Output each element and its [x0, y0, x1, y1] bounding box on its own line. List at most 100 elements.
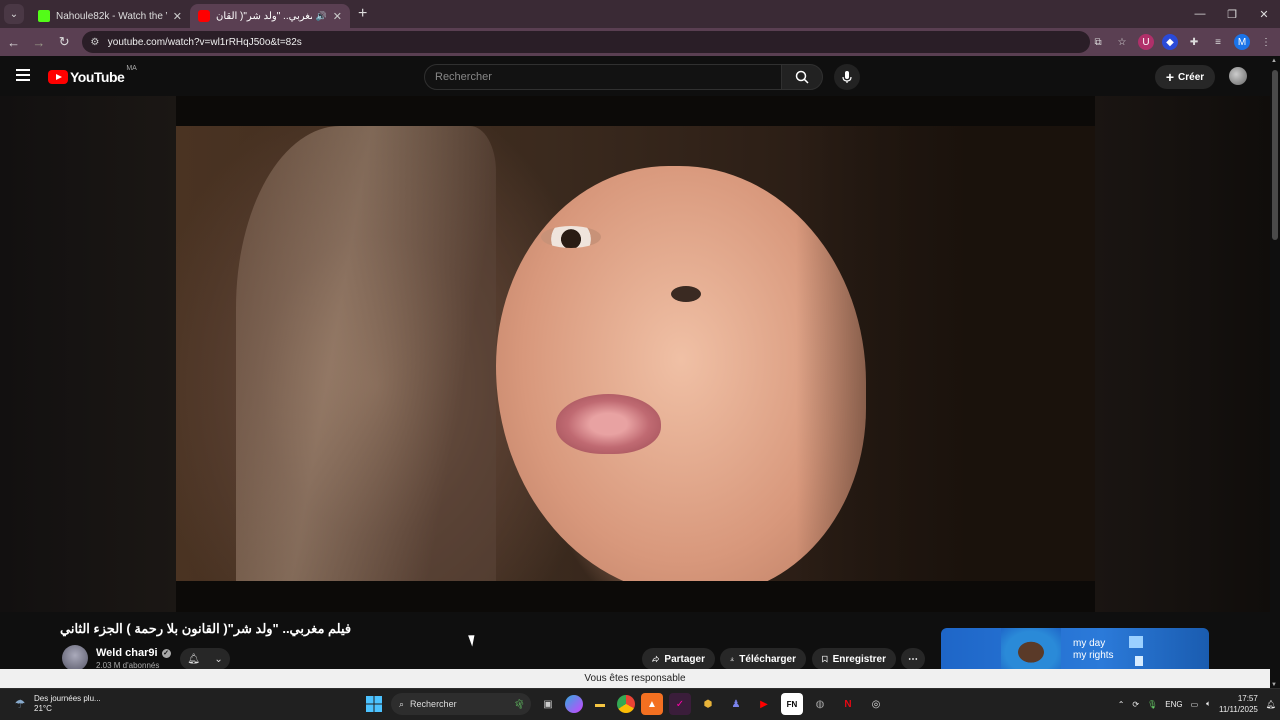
ad-image	[1001, 628, 1061, 672]
shield-extension-icon[interactable]: ◆	[1162, 34, 1179, 50]
page-scrollbar[interactable]: ▲ ▼	[1270, 56, 1280, 690]
channel-name[interactable]: Weld char9i	[96, 647, 158, 659]
plus-icon: +	[1165, 69, 1175, 85]
create-label: Créer	[1178, 71, 1205, 83]
task-view-icon[interactable]: ▣	[537, 693, 559, 715]
chevron-up-icon[interactable]: ⌃	[1118, 700, 1125, 709]
windows-taskbar: ☂ Des journées plu... 21°C ⌕ Rechercher …	[0, 688, 1280, 720]
country-code: MA	[126, 65, 137, 72]
youtube-logo[interactable]: YouTube MA	[48, 65, 137, 85]
notification-icon[interactable]: 🔔︎	[1266, 700, 1276, 709]
app-purple-icon[interactable]: ✓	[669, 693, 691, 715]
browser-tab-bar: ⌄ Nahoule82k - Watch the VOD o ✕ فيلم مغ…	[0, 0, 1280, 28]
tab-kick[interactable]: Nahoule82k - Watch the VOD o ✕	[30, 4, 190, 28]
app-gray-icon[interactable]: ◍	[809, 693, 831, 715]
video-player[interactable]	[176, 126, 1095, 581]
forward-icon[interactable]: →	[27, 30, 50, 54]
scroll-up-icon[interactable]: ▲	[1271, 58, 1277, 64]
tab-title: Nahoule82k - Watch the VOD o	[56, 10, 167, 22]
display-icon[interactable]: ▭	[1191, 700, 1199, 709]
search-icon: ⌕	[399, 698, 405, 709]
search-highlight-icon: 🌴︎	[513, 698, 525, 709]
app-shield-icon[interactable]: ⬢	[697, 693, 719, 715]
video-frame-hair	[236, 126, 496, 581]
ublock-extension-icon[interactable]: U	[1138, 34, 1155, 50]
teams-icon[interactable]: ♟	[725, 693, 747, 715]
ad-logo-shape	[1129, 636, 1143, 648]
notification-bell-button[interactable]: 🔔︎ ⌄	[180, 648, 230, 670]
file-explorer-icon[interactable]: ▬	[589, 693, 611, 715]
chrome-profile-icon[interactable]: ◎	[865, 693, 887, 715]
url-field[interactable]: ⚙ youtube.com/watch?v=wl1rRHqJ50o&t=82s	[81, 31, 1091, 53]
restore-icon[interactable]: ❐	[1216, 0, 1248, 28]
profile-avatar[interactable]: M	[1234, 34, 1251, 50]
youtube-taskbar-icon[interactable]: ▶	[753, 693, 775, 715]
bookmark-star-icon[interactable]: ☆	[1114, 34, 1130, 50]
ad-line-1: my day	[1073, 638, 1106, 649]
more-actions-button[interactable]: ⋯	[901, 648, 925, 670]
microphone-tray-icon[interactable]: 🎙︎	[1147, 700, 1157, 709]
tab-search-button[interactable]: ⌄	[4, 4, 24, 24]
tab-close-icon[interactable]: ✕	[333, 10, 342, 23]
chevron-down-icon: ⌄	[214, 653, 223, 665]
netflix-icon[interactable]: N	[837, 693, 859, 715]
audio-icon[interactable]: 🔊	[316, 11, 327, 22]
weather-widget[interactable]: ☂ Des journées plu... 21°C	[12, 694, 101, 714]
taskbar-search[interactable]: ⌕ Rechercher 🌴︎	[391, 693, 531, 715]
sync-icon[interactable]: ⟳	[1132, 700, 1139, 709]
search-button[interactable]	[781, 64, 823, 90]
media-control-icon[interactable]: ≡	[1210, 34, 1226, 50]
voice-search-button[interactable]	[834, 64, 860, 90]
youtube-header: YouTube MA Rechercher + Créer	[0, 56, 1270, 96]
youtube-favicon-icon	[198, 10, 210, 22]
close-window-icon[interactable]: ✕	[1248, 0, 1280, 28]
microphone-icon	[842, 71, 852, 83]
weather-text-block: Des journées plu... 21°C	[34, 694, 101, 714]
tab-title: فيلم مغربي.. "ولد شر"( القان	[216, 10, 312, 22]
menu-kebab-icon[interactable]: ⋮	[1258, 34, 1274, 50]
temperature: 21°C	[34, 704, 52, 713]
toolbar-right: ⧉ ☆ U ◆ ✚ ≡ M ⋮	[1090, 34, 1280, 50]
more-icon: ⋯	[908, 653, 918, 665]
language-indicator[interactable]: ENG	[1165, 700, 1182, 709]
tab-youtube[interactable]: فيلم مغربي.. "ولد شر"( القان 🔊 ✕	[190, 4, 350, 28]
channel-name-row[interactable]: Weld char9i ✓	[96, 647, 171, 659]
time: 17:57	[1237, 694, 1258, 703]
reload-icon[interactable]: ↻	[53, 30, 76, 54]
volume-icon[interactable]: 🔈︎	[1206, 699, 1211, 709]
scroll-thumb[interactable]	[1272, 70, 1278, 240]
hamburger-menu-icon[interactable]	[16, 69, 30, 81]
save-button[interactable]: Enregistrer	[812, 648, 896, 670]
clock[interactable]: 17:57 11/11/2025	[1219, 693, 1258, 715]
app-fn-icon[interactable]: FN	[781, 693, 803, 715]
minimize-icon[interactable]: —	[1184, 0, 1216, 28]
windows-start-icon[interactable]	[363, 693, 385, 715]
app-orange-icon[interactable]: ▲	[641, 693, 663, 715]
video-frame-eye-far	[671, 286, 701, 302]
copilot-icon[interactable]	[565, 695, 583, 713]
video-frame-eye	[541, 226, 601, 248]
tab-close-icon[interactable]: ✕	[173, 10, 182, 23]
rain-cloud-icon: ☂	[14, 697, 26, 711]
create-button[interactable]: + Créer	[1155, 65, 1215, 89]
ambient-right	[1095, 96, 1270, 612]
share-button[interactable]: Partager	[642, 648, 715, 670]
system-tray: ⌃ ⟳ 🎙︎ ENG ▭ 🔈︎ 17:57 11/11/2025 🔔︎	[1118, 693, 1276, 715]
download-button[interactable]: Télécharger	[720, 648, 806, 670]
bookmark-icon	[822, 655, 828, 663]
chrome-icon[interactable]	[617, 695, 635, 713]
notice-bar: Vous êtes responsable	[0, 669, 1270, 688]
search-input[interactable]: Rechercher	[424, 64, 782, 90]
video-frame-shadow	[796, 126, 1095, 581]
ad-banner[interactable]: my day my rights	[941, 628, 1209, 672]
mouse-cursor-icon	[468, 633, 478, 647]
taskbar-search-label: Rechercher	[410, 699, 457, 709]
site-info-icon[interactable]: ⚙	[88, 35, 102, 49]
new-tab-button[interactable]: +	[358, 5, 367, 23]
share-label: Partager	[664, 653, 705, 665]
install-app-icon[interactable]: ⧉	[1090, 34, 1106, 50]
extensions-puzzle-icon[interactable]: ✚	[1186, 34, 1202, 50]
account-avatar[interactable]	[1229, 67, 1247, 85]
channel-avatar[interactable]	[62, 645, 88, 671]
back-icon[interactable]: ←	[2, 30, 25, 54]
